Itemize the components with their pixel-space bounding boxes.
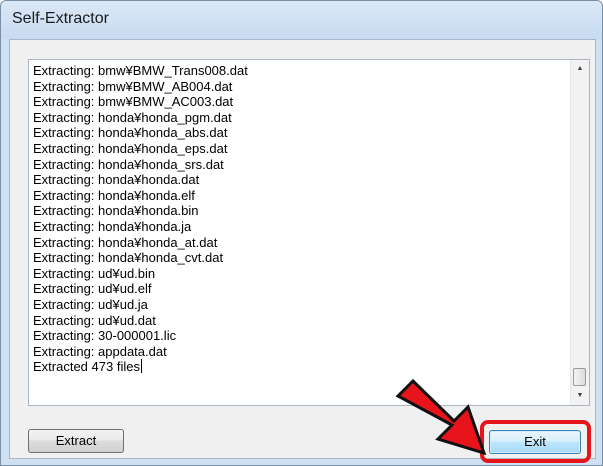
log-line: Extracting: ud¥ud.bin (33, 265, 156, 281)
log-line: Extracting: ud¥ud.dat (33, 312, 156, 328)
log-lines: Extracting: bmw¥BMW_Trans008.dat Extract… (33, 63, 558, 403)
log-line: Extracting: bmw¥BMW_AC003.dat (33, 94, 234, 110)
log-line: Extracting: 30-000001.lic (33, 328, 177, 344)
log-line: Extracting: honda¥honda.elf (33, 187, 195, 203)
exit-highlight-box (480, 420, 591, 463)
red-arrow-shape (395, 378, 487, 455)
log-line: Extracting: appdata.dat (33, 343, 167, 359)
log-line: Extracting: honda¥honda_srs.dat (33, 156, 224, 172)
log-line: Extracting: ud¥ud.elf (33, 281, 152, 297)
log-line: Extracting: honda¥honda_at.dat (33, 234, 218, 250)
log-line: Extracting: honda¥honda_eps.dat (33, 140, 228, 156)
scroll-up-arrow-icon[interactable]: ▲ (571, 60, 589, 78)
log-line: Extracting: honda¥honda.bin (33, 203, 199, 219)
scroll-down-arrow-icon[interactable]: ▼ (571, 387, 589, 405)
log-line: Extracting: honda¥honda.dat (33, 172, 200, 188)
log-line: Extracting: honda¥honda_abs.dat (33, 125, 228, 141)
log-line-summary: Extracted 473 files (33, 359, 558, 375)
log-line: Extracting: honda¥honda.ja (33, 218, 192, 234)
dialog-client-area: Extracting: bmw¥BMW_Trans008.dat Extract… (9, 39, 596, 463)
scrollbar-thumb[interactable] (573, 368, 586, 386)
log-line: Extracting: honda¥honda_cvt.dat (33, 250, 224, 266)
title-bar[interactable]: Self-Extractor (1, 1, 602, 39)
log-scrollbar[interactable]: ▲ ▼ (570, 60, 589, 405)
log-line: Extracting: ud¥ud.ja (33, 296, 148, 312)
window-title: Self-Extractor (12, 10, 109, 27)
self-extractor-window: Self-Extractor Extracting: bmw¥BMW_Trans… (0, 0, 603, 466)
red-arrow-icon (395, 378, 487, 455)
log-line: Extracting: bmw¥BMW_AB004.dat (33, 78, 233, 94)
log-line: Extracting: bmw¥BMW_Trans008.dat (33, 63, 248, 78)
extraction-log[interactable]: Extracting: bmw¥BMW_Trans008.dat Extract… (28, 59, 590, 406)
log-line: Extracting: honda¥honda_pgm.dat (33, 109, 232, 125)
extract-button[interactable]: Extract (28, 429, 124, 453)
